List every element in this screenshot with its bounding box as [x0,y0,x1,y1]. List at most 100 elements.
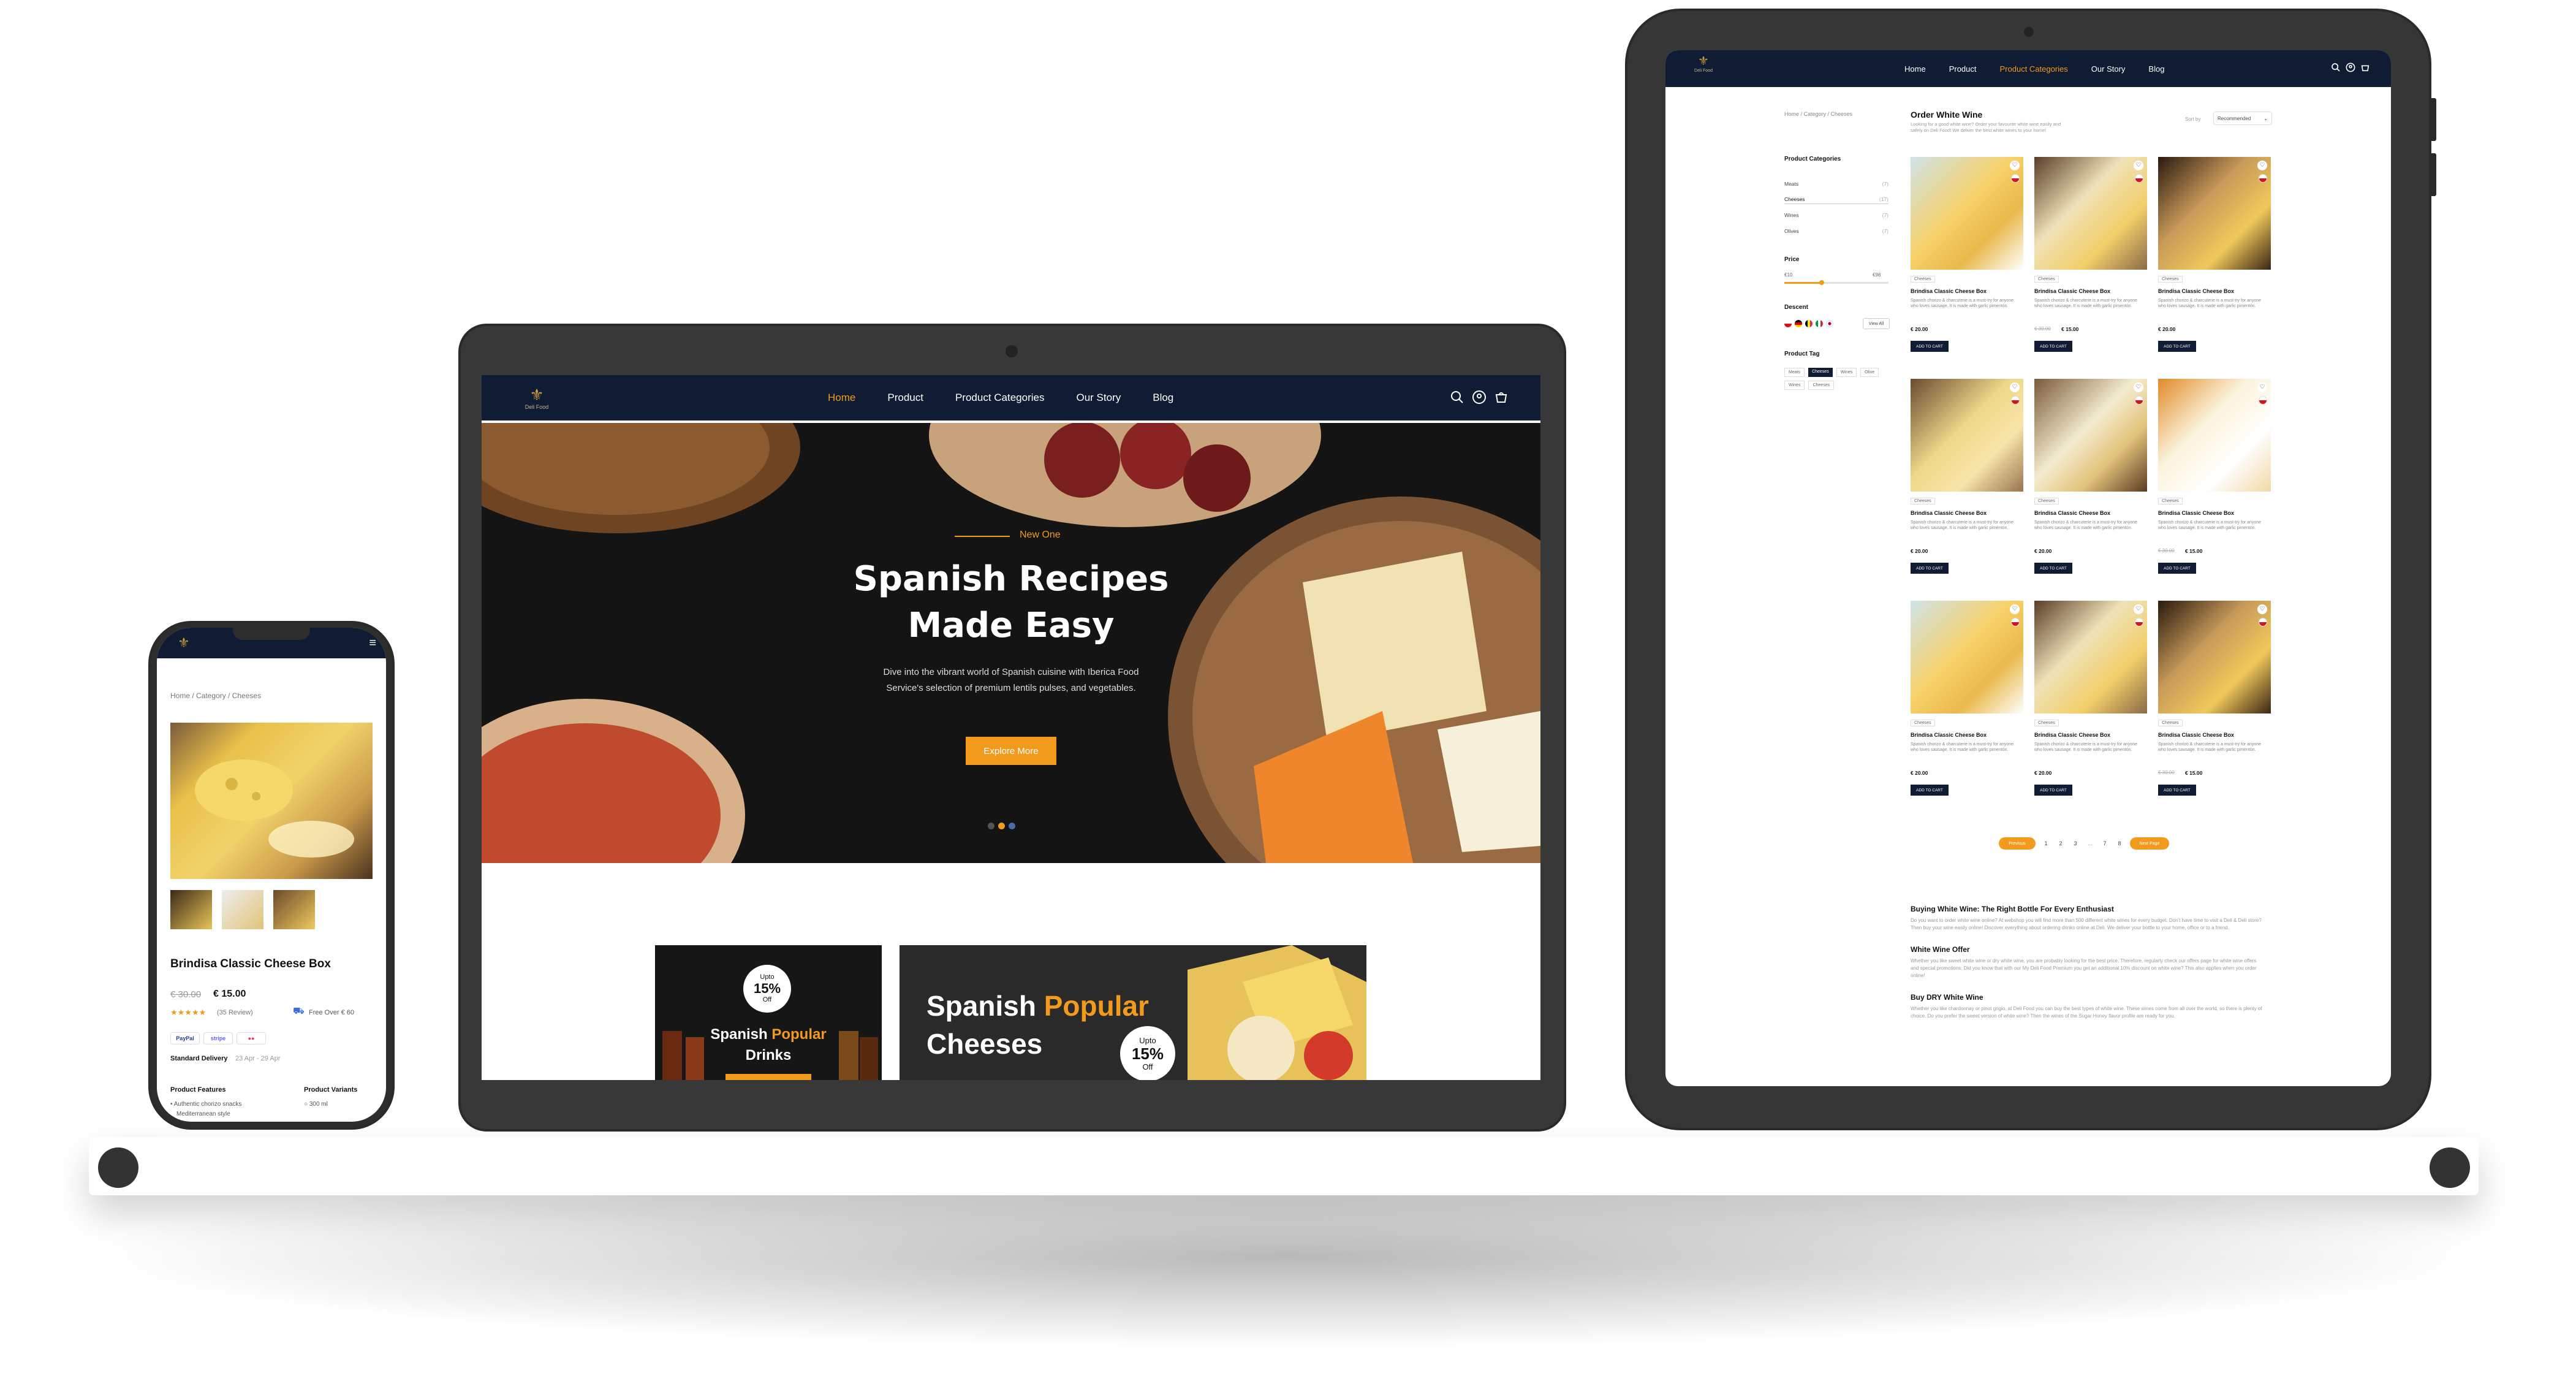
nav-home[interactable]: Home [1904,64,1926,74]
page-link[interactable]: 8 [2115,840,2124,846]
nav-our-story[interactable]: Our Story [1076,392,1121,404]
nav-product[interactable]: Product [887,392,923,404]
wishlist-heart-icon[interactable]: ♡ [2010,161,2020,170]
slider-dot-active[interactable] [998,823,1005,829]
tag-chip[interactable]: Cheeses [1808,381,1835,390]
product-card[interactable]: ♡ Cheeses Brindisa Classic Cheese Box Spani… [1911,379,2023,593]
product-image[interactable] [2034,379,2147,492]
menu-icon[interactable]: ≡ [369,636,376,650]
nav-blog[interactable]: Blog [2148,64,2164,74]
nav-home[interactable]: Home [828,392,855,404]
flag-belgium-icon[interactable] [1805,320,1813,327]
price-range-handle[interactable] [1819,280,1824,285]
wishlist-heart-icon[interactable]: ♡ [2134,382,2143,392]
product-image[interactable] [2034,157,2147,270]
product-name[interactable]: Brindisa Classic Cheese Box [1911,732,1987,738]
product-name[interactable]: Brindisa Classic Cheese Box [1911,510,1987,516]
nav-product-categories[interactable]: Product Categories [2000,64,2068,74]
product-name[interactable]: Brindisa Classic Cheese Box [2158,732,2234,738]
product-image[interactable] [2034,601,2147,713]
nav-our-story[interactable]: Our Story [2091,64,2126,74]
product-card[interactable]: ♡ Cheeses Brindisa Classic Cheese Box Spani… [2158,601,2271,815]
product-name[interactable]: Brindisa Classic Cheese Box [2034,288,2110,294]
tag-chip[interactable]: Wines [1836,368,1857,377]
sort-dropdown[interactable]: Recommended ⌄ [2213,112,2272,125]
search-icon[interactable] [2331,63,2341,72]
crest-logo-icon[interactable]: ⚜ [178,635,190,651]
product-name[interactable]: Brindisa Classic Cheese Box [2034,510,2110,516]
next-page-button[interactable]: Next Page [2130,837,2169,850]
product-card[interactable]: ♡ Cheeses Brindisa Classic Cheese Box Spani… [2158,379,2271,593]
add-to-cart-button[interactable]: ADD TO CART [1911,785,1949,796]
flag-japan-icon[interactable] [1826,320,1833,327]
wishlist-heart-icon[interactable]: ♡ [2257,161,2267,170]
add-to-cart-button[interactable]: ADD TO CART [1911,341,1949,352]
product-card[interactable]: ♡ Cheeses Brindisa Classic Cheese Box Spani… [2158,157,2271,371]
add-to-cart-button[interactable]: ADD TO CART [2158,563,2196,574]
brand-logo[interactable]: ⚜ Deli Food [1690,54,1717,73]
product-image[interactable] [1911,601,2023,713]
wishlist-heart-icon[interactable]: ♡ [2134,604,2143,614]
product-name[interactable]: Brindisa Classic Cheese Box [2158,510,2234,516]
tag-chip[interactable]: Meats [1784,368,1805,377]
category-item-cheeses[interactable]: Cheeses (17) [1784,196,1888,204]
add-to-cart-button[interactable]: ADD TO CART [1911,563,1949,574]
product-name[interactable]: Brindisa Classic Cheese Box [2158,288,2234,294]
add-to-cart-button[interactable]: ADD TO CART [2158,785,2196,796]
page-link[interactable]: 1 [2042,840,2050,846]
user-icon[interactable] [1472,390,1487,405]
cart-icon[interactable] [2360,63,2370,72]
product-image[interactable] [2158,379,2271,492]
explore-more-button[interactable]: Explore More [966,737,1056,765]
breadcrumb[interactable]: Home / Category / Cheeses [170,691,261,700]
slider-dot[interactable] [988,823,994,829]
wishlist-heart-icon[interactable]: ♡ [2134,161,2143,170]
tag-chip[interactable]: Wines [1784,381,1805,390]
wishlist-heart-icon[interactable]: ♡ [2010,382,2020,392]
variant-radio[interactable]: ○ 300 ml [304,1101,328,1108]
promo-cta-bar[interactable] [725,1074,811,1080]
promo-card-cheeses[interactable]: Spanish Popular Cheeses Upto 15% Off [900,945,1366,1080]
slider-dot[interactable] [1009,823,1015,829]
add-to-cart-button[interactable]: ADD TO CART [2034,785,2072,796]
product-card[interactable]: ♡ Cheeses Brindisa Classic Cheese Box Spani… [2034,157,2147,371]
thumb-1[interactable] [170,890,212,929]
wishlist-heart-icon[interactable]: ♡ [2257,382,2267,392]
nav-blog[interactable]: Blog [1153,392,1173,404]
wishlist-heart-icon[interactable]: ♡ [2010,604,2020,614]
add-to-cart-button[interactable]: ADD TO CART [2034,563,2072,574]
product-image[interactable] [2158,601,2271,713]
flag-czech-icon[interactable] [1784,320,1792,327]
product-name[interactable]: Brindisa Classic Cheese Box [2034,732,2110,738]
tag-chip-active[interactable]: Cheeses [1808,368,1833,377]
thumb-3[interactable] [273,890,315,929]
user-icon[interactable] [2346,63,2355,72]
product-card[interactable]: ♡ Cheeses Brindisa Classic Cheese Box Spani… [2034,379,2147,593]
promo-card-drinks[interactable]: Upto 15% Off Spanish Popular Drinks [655,945,882,1080]
flag-italy-icon[interactable] [1816,320,1823,327]
product-image[interactable] [1911,157,2023,270]
nav-product-categories[interactable]: Product Categories [955,392,1045,404]
product-name[interactable]: Brindisa Classic Cheese Box [1911,288,1987,294]
page-link[interactable]: 7 [2101,840,2109,846]
search-icon[interactable] [1450,390,1464,405]
add-to-cart-button[interactable]: ADD TO CART [2034,341,2072,352]
breadcrumb[interactable]: Home / Category / Cheeses [1784,111,1852,117]
review-count[interactable]: (35 Review) [217,1009,253,1016]
thumb-2[interactable] [222,890,263,929]
cart-icon[interactable] [1494,390,1509,405]
add-to-cart-button[interactable]: ADD TO CART [2158,341,2196,352]
tag-chip[interactable]: Olive [1860,368,1879,377]
prev-page-button[interactable]: Previous [1999,837,2036,850]
category-item-meats[interactable]: Meats (7) [1784,181,1888,187]
product-image[interactable] [2158,157,2271,270]
flag-germany-icon[interactable] [1795,320,1802,327]
product-image[interactable] [1911,379,2023,492]
page-link[interactable]: 2 [2056,840,2065,846]
product-card[interactable]: ♡ Cheeses Brindisa Classic Cheese Box Spani… [2034,601,2147,815]
nav-product[interactable]: Product [1949,64,1977,74]
page-link[interactable]: 3 [2071,840,2080,846]
view-all-button[interactable]: View All [1863,318,1890,329]
product-card[interactable]: ♡ Cheeses Brindisa Classic Cheese Box Spani… [1911,601,2023,815]
category-item-olives[interactable]: Olives (7) [1784,228,1888,234]
